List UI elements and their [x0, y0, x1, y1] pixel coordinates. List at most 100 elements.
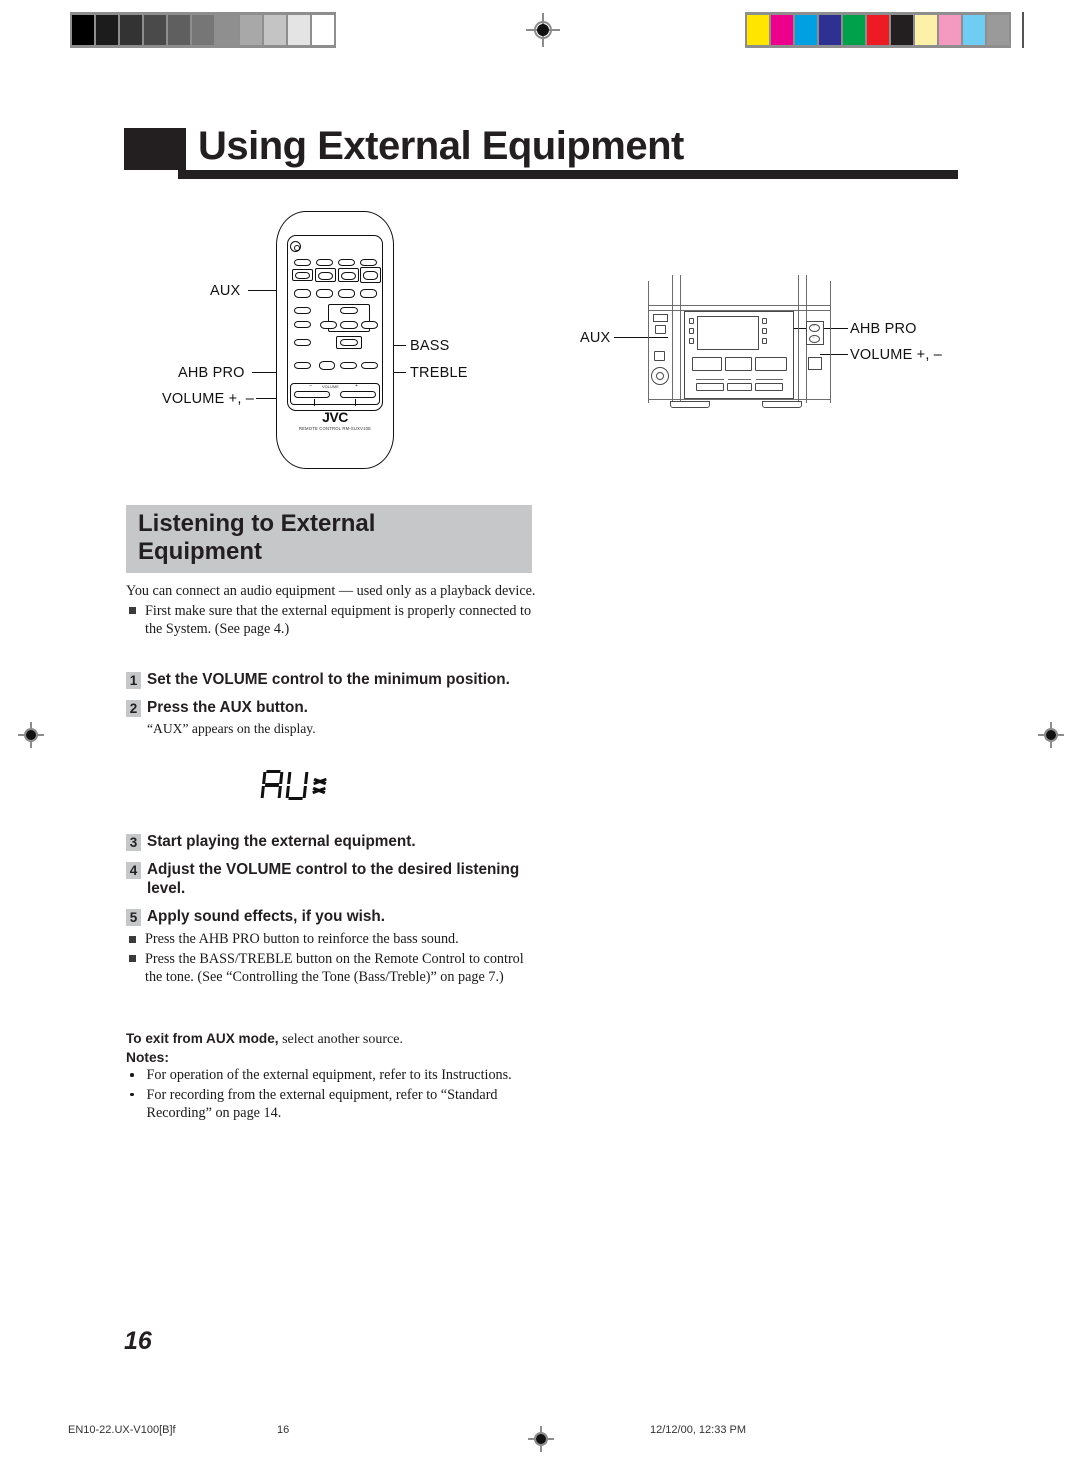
- unit-source-button-cd: [755, 357, 787, 371]
- unit-transport-hairline-2: [728, 379, 751, 380]
- remote-model-caption: REMOTE CONTROL RM-SUXV10E: [298, 426, 372, 431]
- unit-foot-right: [762, 401, 802, 408]
- unit-transport-button-prev: [696, 383, 724, 391]
- step-3-number: 3: [126, 834, 141, 851]
- remote-volume-down-button: [294, 391, 330, 398]
- remote-button-treble: [340, 362, 357, 369]
- color-swatch-7: [915, 15, 937, 45]
- unit-button-side-2: [689, 328, 694, 334]
- remote-button-play: [338, 289, 355, 298]
- remote-button-cancel: [361, 362, 378, 369]
- unit-transport-hairline-1: [696, 379, 724, 380]
- step-5-bullet-2-text: Press the BASS/TREBLE button on the Remo…: [145, 950, 524, 986]
- remote-volume-tick-right: [355, 399, 357, 406]
- unit-button-ahb-pro: [762, 318, 767, 324]
- remote-button-down: [340, 339, 358, 346]
- color-swatch-4: [843, 15, 865, 45]
- callout-remote-ahb-pro: AHB PRO: [178, 365, 245, 381]
- color-swatch-6: [891, 15, 913, 45]
- unit-standby-button: [654, 351, 665, 361]
- equipment-figure-area: AUX AHB PRO VOLUME +, – BASS TREBLE – VO…: [120, 205, 970, 480]
- section-heading: Listening to External Equipment: [138, 510, 530, 566]
- dot-bullet-icon: [130, 1092, 134, 1096]
- remote-button-sleep: [294, 259, 311, 266]
- footer-timestamp: 12/12/00, 12:33 PM: [650, 1424, 747, 1436]
- grayscale-swatch-9: [288, 15, 310, 45]
- lcd-display-graphic: [260, 770, 382, 810]
- grayscale-calibration-strip: [70, 12, 336, 48]
- unit-button-aux: [689, 318, 694, 324]
- step-5: 5 Apply sound effects, if you wish.: [126, 907, 536, 926]
- page-number: 16: [124, 1327, 152, 1355]
- remote-volume-label: VOLUME: [322, 384, 339, 389]
- remote-volume-up-button: [340, 391, 376, 398]
- section-heading-line2: Equipment: [138, 538, 262, 565]
- unit-transport-button-next: [755, 383, 783, 391]
- remote-standby-led-icon: [290, 241, 301, 252]
- step-4: 4 Adjust the VOLUME control to the desir…: [126, 860, 536, 898]
- unit-cabinet-left-edge: [648, 281, 650, 403]
- grayscale-swatch-10: [312, 15, 334, 45]
- remote-button-up: [340, 307, 358, 314]
- segment-char-u: [285, 770, 309, 800]
- remote-button-clock: [294, 289, 311, 298]
- footer-page-number: 16: [277, 1424, 290, 1436]
- color-swatch-10: [987, 15, 1009, 45]
- registration-mark-top-center: [526, 13, 560, 47]
- step-1-text: Set the VOLUME control to the minimum po…: [147, 671, 510, 688]
- step-5-bullet-2: Press the BASS/TREBLE button on the Remo…: [126, 950, 536, 987]
- grayscale-swatch-8: [264, 15, 286, 45]
- page-header: Using External Equipment: [124, 124, 958, 190]
- remote-button-rew: [316, 289, 333, 298]
- grayscale-swatch-0: [72, 15, 94, 45]
- color-swatch-8: [939, 15, 961, 45]
- remote-button-repeat: [294, 307, 311, 314]
- seven-segment-aux: [260, 770, 327, 800]
- step-5-bullet-1: Press the AHB PRO button to reinforce th…: [126, 930, 536, 949]
- remote-button-ahb-pro: [294, 362, 311, 369]
- grayscale-swatch-3: [144, 15, 166, 45]
- remote-button-auto: [360, 259, 377, 266]
- registration-mark-right-middle: [1038, 722, 1064, 748]
- header-accent-block: [124, 128, 186, 170]
- callout-unit-aux: AUX: [580, 330, 611, 346]
- remote-button-aux: [295, 272, 310, 279]
- unit-eject-button: [808, 357, 822, 370]
- unit-cabinet-divider-3: [798, 275, 800, 403]
- remote-volume-tick-left: [314, 399, 316, 406]
- step-2-text: Press the AUX button.: [147, 699, 308, 716]
- footer-filename: EN10-22.UX-V100[B]f: [68, 1424, 176, 1436]
- step-2-number: 2: [126, 700, 141, 717]
- remote-button-program: [294, 321, 311, 328]
- color-swatch-5: [867, 15, 889, 45]
- remote-volume-minus-label: –: [309, 383, 312, 389]
- color-swatch-0: [747, 15, 769, 45]
- notes-block: To exit from AUX mode, select another so…: [126, 1030, 536, 1123]
- color-swatch-3: [819, 15, 841, 45]
- exit-aux-note: To exit from AUX mode, select another so…: [126, 1030, 536, 1048]
- header-underline-rule: [178, 170, 958, 179]
- step-4-number: 4: [126, 862, 141, 879]
- remote-button-cd: [363, 271, 378, 280]
- step-1: 1 Set the VOLUME control to the minimum …: [126, 670, 536, 689]
- unit-button-side-3: [689, 338, 694, 344]
- step-2: 2 Press the AUX button.: [126, 698, 536, 717]
- step-5-text: Apply sound effects, if you wish.: [147, 908, 385, 925]
- remote-control-illustration: – VOLUME + JVC REMOTE CONTROL RM-SUXV10E: [276, 211, 394, 469]
- remote-button-set: [340, 321, 358, 329]
- unit-phones-knob-inner: [656, 372, 664, 380]
- callout-remote-bass: BASS: [410, 338, 450, 354]
- step-3: 3 Start playing the external equipment.: [126, 832, 536, 851]
- step-5-bullet-1-text: Press the AHB PRO button to reinforce th…: [145, 931, 459, 947]
- color-swatch-2: [795, 15, 817, 45]
- callout-remote-treble: TREBLE: [410, 365, 468, 381]
- remote-button-ff: [360, 289, 377, 298]
- callout-remote-aux: AUX: [210, 283, 241, 299]
- color-swatch-1: [771, 15, 793, 45]
- page-title: Using External Equipment: [198, 124, 684, 168]
- intro-text-block: You can connect an audio equipment — use…: [126, 582, 536, 639]
- unit-cabinet-right-edge: [830, 281, 832, 403]
- intro-paragraph: You can connect an audio equipment — use…: [126, 583, 536, 599]
- note-item-1: For operation of the external equipment,…: [126, 1066, 536, 1085]
- section-heading-line1: Listening to External: [138, 510, 376, 537]
